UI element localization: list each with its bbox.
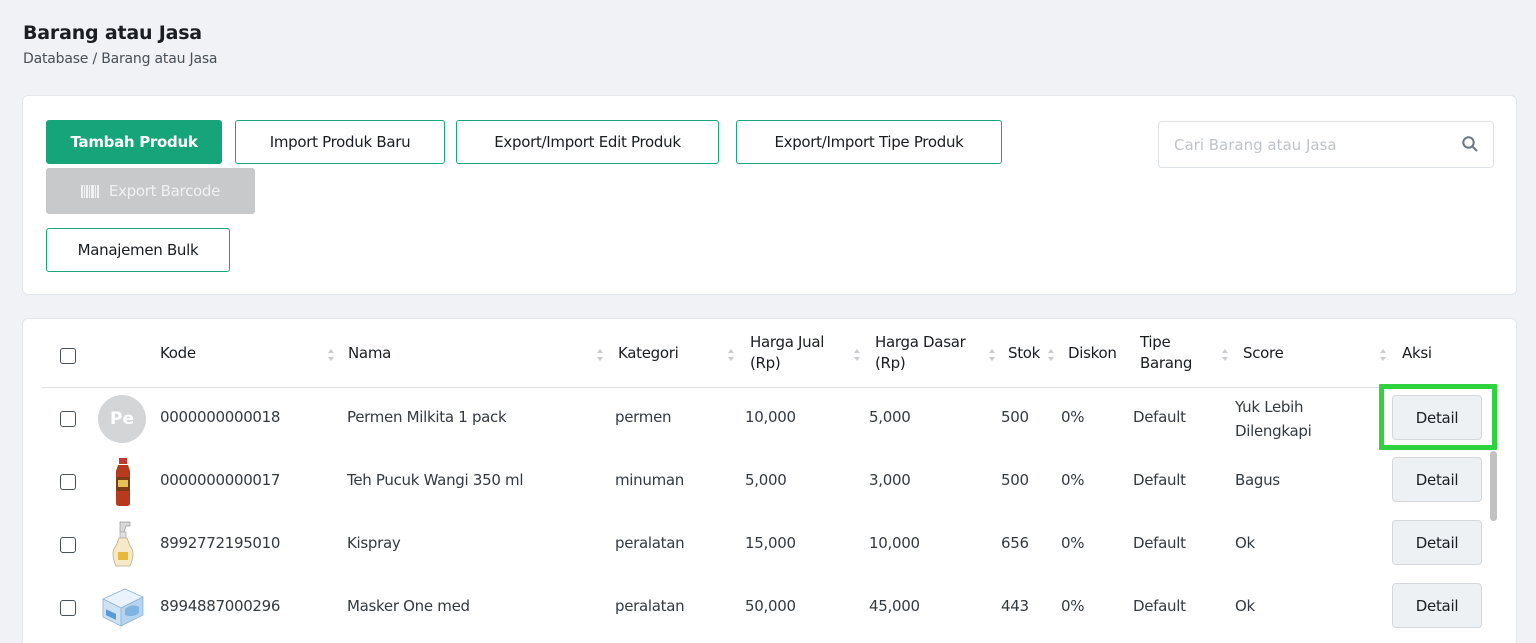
cell-nama: Teh Pucuk Wangi 350 ml xyxy=(347,471,524,489)
column-header-stok[interactable]: Stok xyxy=(1008,319,1040,387)
column-header-tipe-barang[interactable]: Tipe Barang xyxy=(1140,319,1210,387)
cell-nama: Masker One med xyxy=(347,597,470,615)
column-header-aksi: Aksi xyxy=(1402,343,1432,362)
column-header-kategori[interactable]: Kategori xyxy=(618,319,679,387)
sort-icon[interactable] xyxy=(596,348,604,362)
cell-harga-jual: 5,000 xyxy=(745,471,787,489)
column-header-kode[interactable]: Kode xyxy=(160,319,196,387)
column-header-nama[interactable]: Nama xyxy=(348,319,391,387)
row-checkbox[interactable] xyxy=(60,600,76,616)
sort-icon[interactable] xyxy=(1047,348,1055,362)
column-header-score[interactable]: Score xyxy=(1243,319,1284,387)
cell-harga-jual: 50,000 xyxy=(745,597,796,615)
product-table: Kode Nama Kategori Harga Jual (Rp) Harga… xyxy=(22,318,1517,643)
cell-kode: 0000000000017 xyxy=(160,471,281,489)
cell-stok: 443 xyxy=(1001,597,1029,615)
cell-score: Bagus xyxy=(1235,471,1280,489)
cell-harga-dasar: 10,000 xyxy=(869,534,920,552)
cell-kode: 0000000000018 xyxy=(160,408,281,426)
detail-button[interactable]: Detail xyxy=(1392,583,1482,628)
export-import-product-type-button[interactable]: Export/Import Tipe Produk xyxy=(736,120,1002,164)
header-divider xyxy=(42,387,1497,388)
sort-icon[interactable] xyxy=(1379,348,1387,362)
search-input[interactable] xyxy=(1160,123,1440,166)
column-header-diskon[interactable]: Diskon xyxy=(1068,319,1117,387)
cell-diskon: 0% xyxy=(1061,471,1085,489)
breadcrumb[interactable]: Database / Barang atau Jasa xyxy=(23,51,218,67)
cell-harga-dasar: 5,000 xyxy=(869,408,911,426)
cell-tipe-barang: Default xyxy=(1133,534,1186,552)
column-header-harga-dasar[interactable]: Harga Dasar (Rp) xyxy=(875,319,985,387)
select-all-checkbox[interactable] xyxy=(60,348,76,364)
export-barcode-label: Export Barcode xyxy=(108,182,221,200)
cell-kategori: minuman xyxy=(615,471,685,489)
cell-score: Ok xyxy=(1235,597,1255,615)
cell-stok: 656 xyxy=(1001,534,1029,552)
page-title: Barang atau Jasa xyxy=(23,22,202,44)
row-checkbox[interactable] xyxy=(60,537,76,553)
sort-icon[interactable] xyxy=(988,348,996,362)
add-product-button[interactable]: Tambah Produk xyxy=(46,120,222,164)
cell-harga-jual: 10,000 xyxy=(745,408,796,426)
export-barcode-button: Export Barcode xyxy=(46,168,255,214)
sort-icon[interactable] xyxy=(1221,348,1229,362)
cell-kategori: peralatan xyxy=(615,534,685,552)
cell-stok: 500 xyxy=(1001,471,1029,489)
cell-diskon: 0% xyxy=(1061,408,1085,426)
spray-bottle-icon xyxy=(112,521,134,567)
cell-score: Yuk Lebih Dilengkapi xyxy=(1235,398,1312,440)
cell-harga-dasar: 3,000 xyxy=(869,471,911,489)
cell-kode: 8992772195010 xyxy=(160,534,281,552)
detail-button[interactable]: Detail xyxy=(1392,395,1482,440)
cell-tipe-barang: Default xyxy=(1133,471,1186,489)
cell-harga-jual: 15,000 xyxy=(745,534,796,552)
row-checkbox[interactable] xyxy=(60,411,76,427)
sort-icon[interactable] xyxy=(327,348,335,362)
barcode-icon xyxy=(80,184,99,198)
mask-box-icon xyxy=(102,588,144,627)
cell-tipe-barang: Default xyxy=(1133,597,1186,615)
column-header-harga-jual[interactable]: Harga Jual (Rp) xyxy=(750,319,845,387)
cell-kategori: peralatan xyxy=(615,597,685,615)
import-new-product-button[interactable]: Import Produk Baru xyxy=(235,120,445,164)
cell-diskon: 0% xyxy=(1061,534,1085,552)
cell-diskon: 0% xyxy=(1061,597,1085,615)
detail-button[interactable]: Detail xyxy=(1392,520,1482,565)
cell-tipe-barang: Default xyxy=(1133,408,1186,426)
cell-nama: Permen Milkita 1 pack xyxy=(347,408,507,426)
export-import-edit-product-button[interactable]: Export/Import Edit Produk xyxy=(456,120,719,164)
bulk-management-button[interactable]: Manajemen Bulk xyxy=(46,228,230,272)
toolbar-card: Tambah Produk Import Produk Baru Export/… xyxy=(22,95,1517,295)
cell-kode: 8994887000296 xyxy=(160,597,281,615)
page-header: Barang atau Jasa Database / Barang atau … xyxy=(23,22,218,67)
row-checkbox[interactable] xyxy=(60,474,76,490)
search-icon[interactable] xyxy=(1461,135,1479,153)
search-box xyxy=(1158,121,1494,168)
detail-button[interactable]: Detail xyxy=(1392,457,1482,502)
cell-score: Ok xyxy=(1235,534,1255,552)
sort-icon[interactable] xyxy=(727,348,735,362)
cell-nama: Kispray xyxy=(347,534,401,552)
tea-bottle-icon xyxy=(116,458,130,506)
cell-kategori: permen xyxy=(615,408,672,426)
cell-stok: 500 xyxy=(1001,408,1029,426)
product-avatar: Pe xyxy=(98,395,146,443)
cell-harga-dasar: 45,000 xyxy=(869,597,920,615)
table-scrollbar[interactable] xyxy=(1490,451,1497,521)
sort-icon[interactable] xyxy=(853,348,861,362)
